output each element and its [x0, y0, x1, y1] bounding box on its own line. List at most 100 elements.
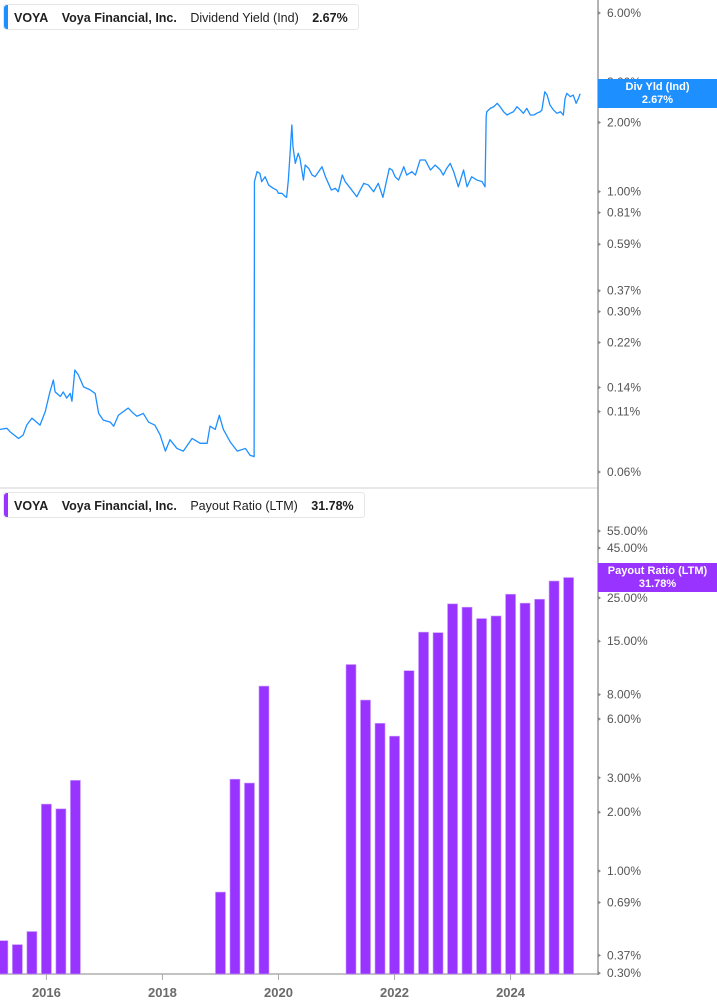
y-tick-mark	[598, 309, 601, 314]
y-tick-mark	[598, 953, 601, 958]
badge-value: 2.67%	[641, 94, 674, 107]
y-tick-label: 0.06%	[607, 465, 641, 479]
x-tick-label: 2018	[148, 985, 177, 1000]
y-tick-mark	[598, 868, 601, 873]
y-tick-mark	[598, 409, 601, 414]
payout-bar-rect	[403, 670, 415, 975]
last-value-badge-payout-ratio: Payout Ratio (LTM) 31.78%	[598, 563, 717, 593]
badge-value: 31.78%	[638, 578, 677, 591]
payout-bar-rect	[476, 618, 487, 975]
y-tick-label: 0.14%	[607, 381, 641, 395]
payout-bar	[360, 699, 371, 975]
metric-name: Dividend Yield (Ind)	[190, 11, 299, 25]
y-tick-label: 0.11%	[607, 405, 640, 419]
y-tick-mark	[598, 900, 601, 905]
payout-bar-rect	[55, 808, 67, 975]
y-tick-label: 45.00%	[607, 541, 648, 555]
payout-bar-rect	[519, 602, 531, 975]
payout-bar	[345, 664, 357, 975]
payout-bar	[70, 780, 81, 975]
y-tick-label: 6.00%	[607, 6, 641, 20]
y-tick-mark	[598, 716, 601, 721]
company-name: Voya Financial, Inc.	[61, 11, 177, 25]
payout-bar-rect	[26, 931, 38, 975]
ticker-symbol: VOYA	[14, 499, 49, 513]
payout-bar	[12, 944, 23, 975]
y-tick-mark	[598, 210, 601, 215]
y-tick-label: 6.00%	[607, 712, 641, 726]
badge-label: Payout Ratio (LTM)	[607, 565, 708, 578]
y-tick-mark	[598, 385, 601, 390]
y-tick-mark	[598, 189, 601, 194]
y-tick-mark	[598, 810, 601, 815]
y-tick-label: 8.00%	[607, 688, 641, 702]
payout-bar-rect	[447, 603, 458, 975]
y-tick-mark	[598, 595, 601, 600]
legend-payout-ratio: VOYA Voya Financial, Inc. Payout Ratio (…	[3, 492, 365, 518]
payout-bar-rect	[461, 606, 473, 975]
legend-dividend-yield: VOYA Voya Financial, Inc. Dividend Yield…	[3, 4, 359, 30]
payout-bar	[505, 593, 516, 975]
payout-bar-rect	[215, 891, 226, 975]
payout-bar	[215, 891, 226, 975]
series-color-swatch	[4, 5, 8, 29]
marks-layer	[0, 91, 581, 975]
payout-bar	[55, 808, 67, 975]
payout-bar-rect	[0, 940, 9, 975]
payout-bar	[389, 735, 400, 975]
payout-bar	[26, 931, 38, 975]
y-tick-mark	[598, 775, 601, 780]
y-tick-label: 0.69%	[607, 895, 641, 909]
y-tick-mark	[598, 469, 601, 474]
last-value-badge-dividend-yield: Div Yld (Ind) 2.67%	[598, 79, 717, 109]
x-tick-label: 2022	[380, 985, 409, 1000]
company-name: Voya Financial, Inc.	[61, 499, 177, 513]
y-tick-label: 0.37%	[607, 948, 641, 962]
badge-label: Div Yld (Ind)	[625, 81, 690, 94]
payout-bar	[403, 670, 415, 975]
y-tick-label: 15.00%	[607, 634, 648, 648]
y-tick-label: 3.00%	[607, 771, 641, 785]
y-tick-label: 0.30%	[607, 305, 641, 319]
x-tick-label: 2024	[496, 985, 526, 1000]
y-tick-label: 0.22%	[607, 336, 641, 350]
payout-bar-rect	[548, 580, 560, 975]
y-tick-label: 0.30%	[607, 966, 641, 980]
payout-bar	[418, 631, 429, 975]
y-tick-label: 2.00%	[607, 805, 641, 819]
y-tick-label: 55.00%	[607, 524, 648, 538]
payout-bar-rect	[389, 735, 400, 975]
payout-bar-rect	[258, 685, 270, 975]
payout-bar	[476, 618, 487, 975]
payout-bar-rect	[70, 780, 81, 975]
payout-bar-rect	[534, 598, 545, 975]
payout-bar-rect	[505, 593, 516, 975]
y-tick-label: 25.00%	[607, 591, 648, 605]
y-tick-label: 0.37%	[607, 284, 641, 298]
payout-bar	[548, 580, 560, 975]
y-tick-mark	[598, 639, 601, 644]
payout-bar-rect	[244, 782, 255, 975]
x-tick-label: 2020	[264, 985, 293, 1000]
payout-bar-rect	[41, 803, 52, 975]
payout-bar-rect	[490, 615, 502, 975]
series-color-swatch	[4, 493, 8, 517]
payout-bar-rect	[432, 632, 444, 975]
ticker-symbol: VOYA	[14, 11, 49, 25]
y-tick-mark	[598, 11, 601, 16]
y-tick-mark	[598, 340, 601, 345]
payout-bar	[374, 723, 386, 975]
payout-bar-rect	[345, 664, 357, 975]
y-tick-mark	[598, 546, 601, 551]
payout-bar-rect	[229, 778, 241, 975]
metric-value: 31.78%	[311, 499, 354, 513]
y-tick-label: 1.00%	[607, 864, 641, 878]
y-tick-label: 2.00%	[607, 116, 641, 130]
payout-bar	[229, 778, 241, 975]
payout-bar	[534, 598, 545, 975]
payout-bar	[41, 803, 52, 975]
payout-bar-rect	[418, 631, 429, 975]
payout-bar	[519, 602, 531, 975]
payout-bar-rect	[374, 723, 386, 975]
payout-bar	[0, 940, 9, 975]
